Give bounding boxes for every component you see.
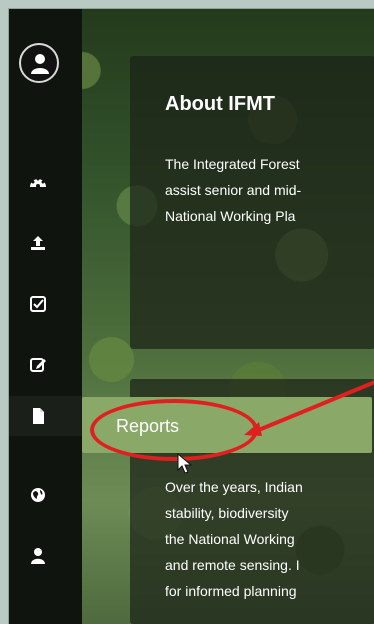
annotation-arrow xyxy=(244,380,374,436)
mouse-cursor-icon xyxy=(177,453,193,474)
app-frame: About IFMT The Integrated Forest assist … xyxy=(8,8,374,624)
